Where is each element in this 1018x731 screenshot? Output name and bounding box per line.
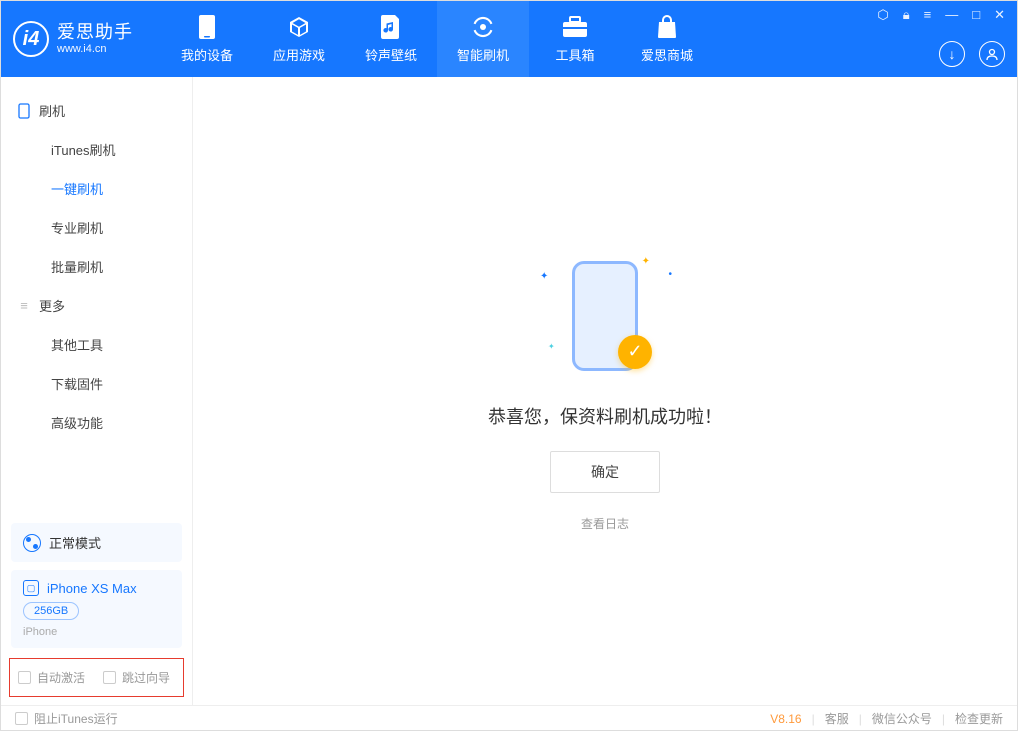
check-update-link[interactable]: 检查更新 (955, 710, 1003, 727)
nav-tabs: 我的设备 应用游戏 铃声壁纸 智能刷机 工具箱 爱思商城 (161, 1, 713, 77)
music-file-icon (378, 14, 404, 40)
confirm-button[interactable]: 确定 (550, 451, 660, 493)
tab-apps-games[interactable]: 应用游戏 (253, 1, 345, 77)
success-illustration: ✦ ✦ ✦ • ✓ (530, 251, 680, 381)
phone-icon (17, 104, 31, 118)
device-type: iPhone (23, 626, 170, 638)
sidebar-item-download-firmware[interactable]: 下载固件 (1, 364, 192, 403)
minimize-button[interactable]: ― (945, 7, 958, 23)
status-bar: 阻止iTunes运行 V8.16 | 客服 | 微信公众号 | 检查更新 (1, 705, 1017, 731)
app-title: 爱思助手 (57, 23, 133, 43)
tab-label: 应用游戏 (273, 45, 325, 64)
device-icon (194, 14, 220, 40)
menu-icon[interactable]: ≡ (924, 7, 932, 23)
bag-icon (654, 14, 680, 40)
group-title: 更多 (39, 296, 65, 315)
normal-mode-icon (23, 534, 41, 552)
cube-icon (286, 14, 312, 40)
user-button[interactable] (979, 41, 1005, 67)
toolbox-icon (562, 14, 588, 40)
success-message: 恭喜您，保资料刷机成功啦！ (488, 403, 722, 429)
sidebar-item-oneclick-flash[interactable]: 一键刷机 (1, 169, 192, 208)
app-header: i4 爱思助手 www.i4.cn 我的设备 应用游戏 铃声壁纸 智能刷机 工具… (1, 1, 1017, 77)
sparkle-icon: • (668, 269, 672, 280)
success-check-icon: ✓ (618, 335, 652, 369)
block-itunes-checkbox[interactable]: 阻止iTunes运行 (15, 710, 118, 727)
sidebar-group-more: ≡ 更多 (1, 286, 192, 325)
sparkle-icon: ✦ (548, 342, 555, 351)
sidebar-item-batch-flash[interactable]: 批量刷机 (1, 247, 192, 286)
auto-activate-checkbox[interactable]: 自动激活 (18, 669, 85, 686)
sidebar-item-pro-flash[interactable]: 专业刷机 (1, 208, 192, 247)
device-mode-box[interactable]: 正常模式 (11, 523, 182, 562)
mode-label: 正常模式 (49, 533, 101, 552)
sidebar-item-itunes-flash[interactable]: iTunes刷机 (1, 130, 192, 169)
customer-service-link[interactable]: 客服 (825, 710, 849, 727)
main-content: ✦ ✦ ✦ • ✓ 恭喜您，保资料刷机成功啦！ 确定 查看日志 (193, 77, 1017, 705)
device-info-box[interactable]: ▢ iPhone XS Max 256GB iPhone (11, 570, 182, 648)
sidebar-group-flash: 刷机 (1, 91, 192, 130)
skip-guide-checkbox[interactable]: 跳过向导 (103, 669, 170, 686)
app-logo: i4 爱思助手 www.i4.cn (13, 21, 133, 57)
group-title: 刷机 (39, 101, 65, 120)
storage-badge: 256GB (23, 602, 79, 620)
close-button[interactable]: ✕ (994, 7, 1005, 23)
wechat-link[interactable]: 微信公众号 (872, 710, 932, 727)
tab-label: 我的设备 (181, 45, 233, 64)
tab-toolbox[interactable]: 工具箱 (529, 1, 621, 77)
download-button[interactable]: ↓ (939, 41, 965, 67)
tab-label: 爱思商城 (641, 45, 693, 64)
logo-icon: i4 (13, 21, 49, 57)
device-small-icon: ▢ (23, 580, 39, 596)
sparkle-icon: ✦ (540, 271, 548, 282)
tab-label: 铃声壁纸 (365, 45, 417, 64)
tab-smart-flash[interactable]: 智能刷机 (437, 1, 529, 77)
sidebar-item-other-tools[interactable]: 其他工具 (1, 325, 192, 364)
options-highlight-box: 自动激活 跳过向导 (9, 658, 184, 697)
sparkle-icon: ✦ (642, 256, 650, 267)
tab-my-device[interactable]: 我的设备 (161, 1, 253, 77)
tab-store[interactable]: 爱思商城 (621, 1, 713, 77)
tab-label: 智能刷机 (457, 45, 509, 64)
lock-icon[interactable]: 🔒︎ (903, 7, 910, 23)
window-controls: ⬡ 🔒︎ ≡ ― □ ✕ (877, 7, 1005, 23)
view-log-link[interactable]: 查看日志 (581, 515, 629, 532)
maximize-button[interactable]: □ (972, 7, 980, 23)
tab-label: 工具箱 (555, 45, 594, 64)
list-icon: ≡ (17, 299, 31, 313)
version-label: V8.16 (770, 712, 801, 726)
tab-ringtones-wallpapers[interactable]: 铃声壁纸 (345, 1, 437, 77)
sidebar-item-advanced[interactable]: 高级功能 (1, 403, 192, 442)
device-name: iPhone XS Max (47, 581, 137, 596)
tshirt-icon[interactable]: ⬡ (877, 7, 888, 23)
app-subtitle: www.i4.cn (57, 43, 133, 55)
refresh-shield-icon (470, 14, 496, 40)
sidebar: 刷机 iTunes刷机 一键刷机 专业刷机 批量刷机 ≡ 更多 其他工具 下载固… (1, 77, 193, 705)
